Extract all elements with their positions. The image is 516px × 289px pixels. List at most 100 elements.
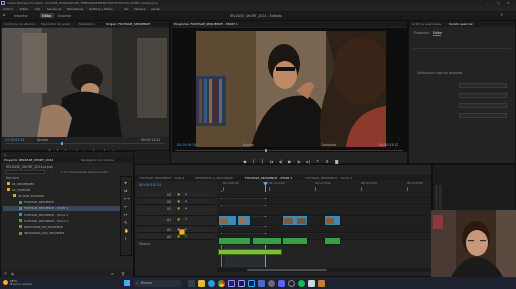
video-track-header[interactable]: V1 🔒 ◉ <box>137 206 215 216</box>
audio-clip[interactable] <box>252 237 282 245</box>
tab-media-browser[interactable]: Navegador de medios <box>81 157 114 163</box>
mute-icon[interactable]: M <box>185 218 187 222</box>
timeline-tab[interactable]: SEQUENCE_2_SEQUENCE <box>195 175 233 181</box>
sound-type-sfx-button[interactable] <box>459 103 507 108</box>
lock-icon[interactable]: 🔒 <box>177 200 180 204</box>
minimize-button[interactable]: – <box>487 1 489 5</box>
tab-project[interactable]: Proyecto: RELEASE_SHORT_2024 <box>4 157 53 163</box>
timeline-tab[interactable]: FOOTAGE_SEQUENCE - START 1 <box>245 175 292 181</box>
project-item[interactable]: INSTAGRAM_ADS_SEQUENCE <box>3 231 127 236</box>
sound-type-dialogue-button[interactable] <box>459 83 507 88</box>
tab-essential-sound[interactable]: Sonido esencial <box>449 21 472 27</box>
maximize-button[interactable]: □ <box>497 1 500 5</box>
ripple-edit-tool-icon[interactable]: ⟷ <box>124 197 130 201</box>
project-item[interactable]: FOOTAGE_SEQUENCE - Tramo 1 <box>3 212 127 217</box>
mute-icon[interactable]: M <box>185 228 187 232</box>
video-track-lane[interactable] <box>217 199 431 205</box>
mute-icon[interactable]: M <box>185 235 187 239</box>
menu-item[interactable]: Archivo <box>3 7 13 11</box>
audio-clip[interactable] <box>282 237 308 245</box>
project-item[interactable]: FOOTAGE_SEQUENCE - START 1 <box>3 205 127 211</box>
video-clip[interactable] <box>282 215 308 226</box>
obs-icon[interactable] <box>288 280 295 287</box>
file-explorer-icon[interactable] <box>198 280 205 287</box>
type-tool-icon[interactable]: T <box>124 237 126 241</box>
timeline-tab[interactable]: FOOTAGE_SEQUENCE - Tramo 1 <box>305 175 352 181</box>
eye-icon[interactable]: ◉ <box>185 200 187 204</box>
pen-tool-icon[interactable]: ✎ <box>124 221 127 225</box>
close-button[interactable]: ✕ <box>507 1 510 5</box>
video-clip[interactable] <box>218 215 237 226</box>
trash-icon[interactable]: 🗑 <box>121 272 125 276</box>
audio-track-header[interactable]: A1 🔒 M <box>137 217 215 226</box>
program-playhead-icon[interactable] <box>265 149 267 152</box>
icon-view-icon[interactable]: ▦ <box>11 272 14 276</box>
project-column-name[interactable]: Nombre <box>6 176 19 180</box>
lock-icon[interactable]: 🔒 <box>177 218 180 222</box>
taskbar-search-input[interactable]: ⌕ Buscar <box>134 279 182 287</box>
timeline-ruler[interactable]: 00:19:05:00 00:19:10:00 00:19:15:00 00:19:2… <box>217 182 431 191</box>
settings-icon[interactable] <box>268 280 275 287</box>
selection-tool-icon[interactable]: ➤ <box>124 181 127 185</box>
program-video-frame[interactable] <box>196 31 386 147</box>
program-timecode[interactable]: 00:19:10:14 <box>177 143 196 147</box>
workspace-tab-import[interactable]: Importar <box>14 14 28 18</box>
photoshop-taskbar-icon[interactable] <box>248 280 255 287</box>
weather-icon[interactable] <box>3 280 8 285</box>
tab-program[interactable]: Programa: FOOTAGE_SEQUENCE - START 1 <box>174 21 238 27</box>
timeline-scrollbar[interactable] <box>217 268 431 272</box>
program-scrubber[interactable] <box>175 150 403 151</box>
program-quality-select[interactable]: Completo <box>321 143 336 147</box>
lock-icon[interactable]: 🔒 <box>177 235 180 239</box>
tab-source[interactable]: Origen: FOOTAGE_SEQUENCE <box>106 21 150 27</box>
project-item[interactable]: RESTAURAR_DE_SEQUENCE <box>3 224 127 229</box>
subtab-browse[interactable]: Examinar <box>414 31 429 35</box>
audio-clip[interactable] <box>324 237 341 245</box>
task-view-icon[interactable] <box>188 280 195 287</box>
menu-item[interactable]: Editar <box>20 7 28 11</box>
project-item[interactable]: FOOTAGE_SEQUENCE - Tramo 2 <box>3 218 127 223</box>
project-search-input[interactable] <box>5 170 45 174</box>
music-clip[interactable] <box>218 249 282 255</box>
menu-item[interactable]: Ver <box>124 7 129 11</box>
selected-clip-marker[interactable] <box>179 229 185 235</box>
menu-item[interactable]: Ventana <box>134 7 146 11</box>
source-video-frame[interactable] <box>2 28 169 137</box>
premiere-taskbar-icon[interactable] <box>228 280 235 287</box>
tab-effect-controls[interactable]: Controles de efectos <box>4 21 35 27</box>
menu-item[interactable]: Marcadores <box>67 7 83 11</box>
source-timecode[interactable]: 17:12:03:14 <box>5 138 24 142</box>
windows-start-icon[interactable] <box>124 280 130 286</box>
explorer-icon[interactable] <box>318 280 325 287</box>
video-clip[interactable] <box>237 215 251 226</box>
hand-tool-icon[interactable]: ✋ <box>124 229 129 233</box>
menu-item[interactable]: Clip <box>35 7 40 11</box>
eye-icon[interactable]: ◉ <box>185 207 187 211</box>
spotify-icon[interactable] <box>298 280 305 287</box>
video-track-header[interactable]: V2 🔒 ◉ <box>137 199 215 205</box>
list-view-icon[interactable]: ☰ <box>4 272 7 276</box>
menu-item[interactable]: Gráficos y títulos <box>89 7 113 11</box>
lock-icon[interactable]: 🔒 <box>177 207 180 211</box>
timeline-tab[interactable]: FOOTAGE_SEQUENCE - Vista 1 <box>139 175 185 181</box>
menu-item[interactable]: Secuencia <box>47 7 61 11</box>
project-item[interactable]: 03_RAW_FOOTAGE <box>3 193 127 198</box>
sound-type-ambience-button[interactable] <box>459 113 507 118</box>
after-effects-taskbar-icon[interactable] <box>238 280 245 287</box>
audio-clip[interactable] <box>218 237 251 245</box>
quick-export-icon[interactable]: ⇪ <box>500 13 503 17</box>
chrome-icon[interactable] <box>218 280 225 287</box>
video-track-header[interactable]: V3 🔒 ◉ <box>137 192 215 198</box>
razor-tool-icon[interactable]: ✂ <box>124 205 127 209</box>
store-icon[interactable] <box>258 280 265 287</box>
tab-audio-mixer[interactable]: Mezclador de audio <box>41 21 70 27</box>
notepad-icon[interactable] <box>308 280 315 287</box>
video-clip[interactable] <box>324 215 341 226</box>
timeline-timecode[interactable]: 00:19:10:14 <box>139 183 161 187</box>
sound-type-music-button[interactable] <box>459 93 507 98</box>
lock-icon[interactable]: 🔒 <box>177 193 180 197</box>
source-scrubber[interactable] <box>5 143 165 144</box>
eye-icon[interactable]: ◉ <box>185 193 187 197</box>
project-item[interactable]: 02_FOOTAGE <box>3 187 127 192</box>
panel-menu-icon[interactable]: ≡ <box>4 153 6 157</box>
